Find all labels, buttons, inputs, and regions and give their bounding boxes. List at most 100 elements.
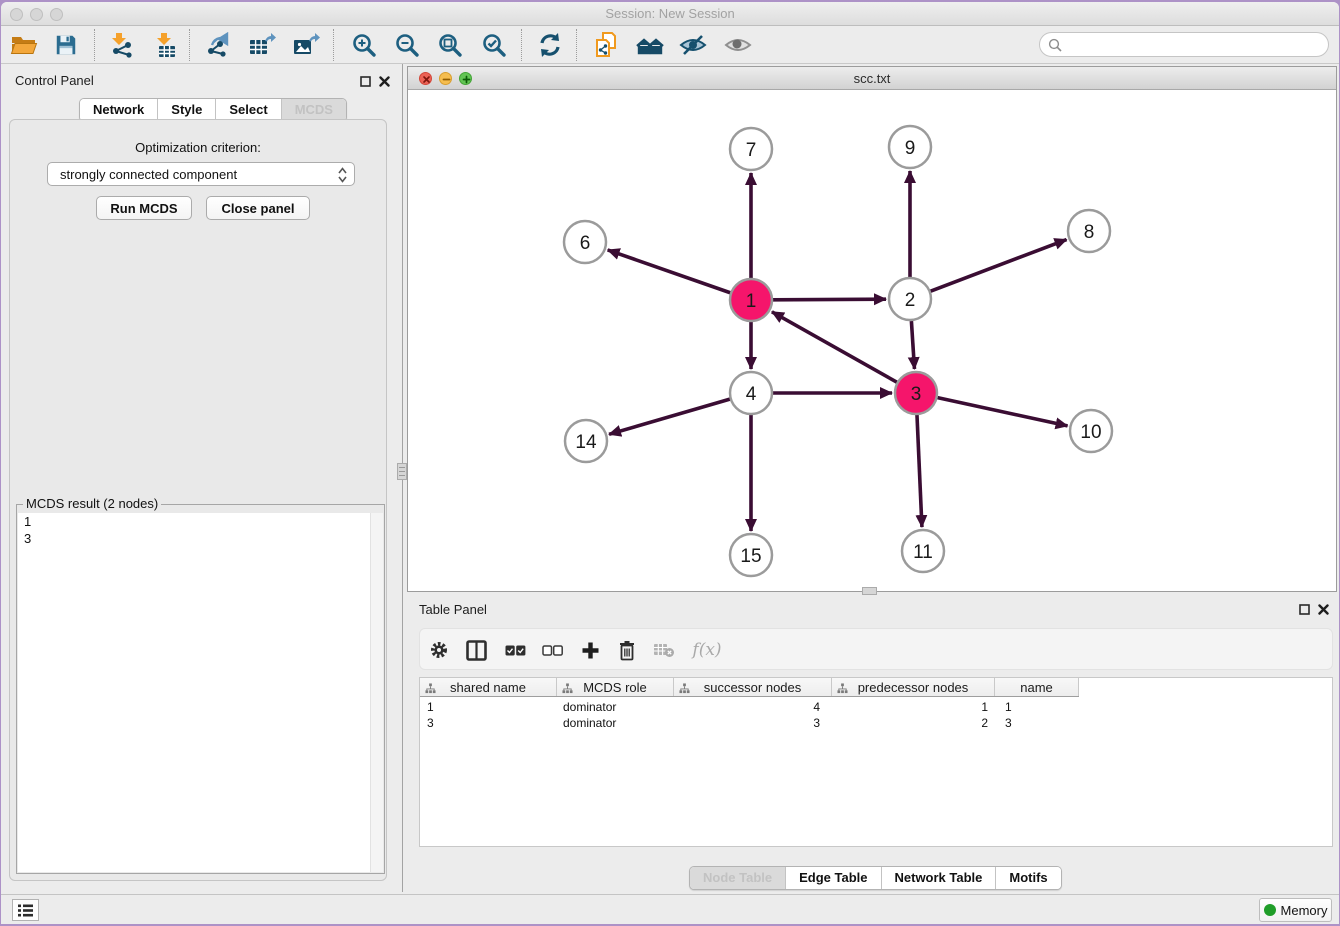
graph-node-label-14: 14	[575, 432, 597, 453]
control-panel-float-icon[interactable]	[359, 75, 372, 88]
column-header-successor-nodes[interactable]: successor nodes	[674, 678, 832, 696]
criterion-value: strongly connected component	[60, 167, 237, 182]
hide-selected-icon[interactable]	[678, 30, 708, 60]
open-session-icon[interactable]	[9, 30, 39, 60]
table-row[interactable]: 3 dominator 3 2 3	[420, 715, 1079, 731]
tab-style[interactable]: Style	[157, 99, 215, 121]
delete-column-icon[interactable]	[612, 635, 642, 665]
zoom-selected-icon[interactable]	[479, 30, 509, 60]
function-builder-icon[interactable]: f(x)	[687, 635, 727, 665]
status-bar: Memory	[1, 894, 1339, 924]
tab-mcds[interactable]: MCDS	[281, 99, 346, 121]
horizontal-splitter-grip[interactable]	[862, 587, 877, 595]
column-header-name[interactable]: name	[995, 678, 1079, 696]
tab-edge-table[interactable]: Edge Table	[785, 867, 880, 889]
result-scrollbar[interactable]	[370, 513, 383, 872]
table-panel-float-icon[interactable]	[1298, 603, 1311, 616]
close-panel-button[interactable]: Close panel	[206, 196, 310, 220]
graph-node-label-9: 9	[905, 138, 916, 159]
column-header-mcds-role[interactable]: MCDS role	[557, 678, 674, 696]
table-settings-icon[interactable]	[424, 635, 454, 665]
control-panel-close-icon[interactable]	[378, 75, 391, 88]
import-table-icon[interactable]	[151, 30, 181, 60]
import-network-icon[interactable]	[106, 30, 136, 60]
zoom-fit-icon[interactable]	[435, 30, 465, 60]
export-network-icon[interactable]	[204, 30, 234, 60]
zoom-out-icon[interactable]	[392, 30, 422, 60]
table-panel-close-icon[interactable]	[1317, 603, 1330, 616]
vertical-splitter-grip[interactable]	[397, 463, 407, 480]
export-image-icon[interactable]	[291, 30, 321, 60]
memory-button[interactable]: Memory	[1259, 898, 1332, 922]
criterion-dropdown[interactable]: strongly connected component	[47, 162, 355, 186]
delete-table-icon[interactable]	[649, 635, 679, 665]
mcds-panel: Optimization criterion: strongly connect…	[9, 119, 387, 881]
graph-edge-1-6[interactable]	[608, 250, 731, 293]
zoom-in-icon[interactable]	[349, 30, 379, 60]
optimization-criterion-label: Optimization criterion:	[10, 140, 386, 155]
mac-titlebar: Session: New Session	[1, 2, 1339, 26]
graph-node-label-6: 6	[580, 233, 591, 254]
table-row[interactable]: 1 dominator 4 1 1	[420, 699, 1079, 715]
app-window: Session: New Session	[1, 2, 1339, 924]
mcds-result-box: MCDS result (2 nodes) 1 3	[16, 504, 385, 874]
add-column-icon[interactable]	[575, 635, 605, 665]
first-neighbors-icon[interactable]	[635, 30, 665, 60]
column-header-shared-name[interactable]: shared name	[420, 678, 557, 696]
toolbar-separator	[576, 29, 577, 61]
fx-label: f(x)	[692, 640, 721, 660]
clone-network-icon[interactable]	[591, 30, 621, 60]
tab-node-table[interactable]: Node Table	[690, 867, 785, 889]
select-all-checkboxes-icon[interactable]	[500, 635, 530, 665]
deselect-all-checkboxes-icon[interactable]	[537, 635, 567, 665]
result-line: 3	[18, 530, 383, 547]
result-line: 1	[18, 513, 383, 530]
save-session-icon[interactable]	[51, 30, 81, 60]
tab-network-table[interactable]: Network Table	[881, 867, 996, 889]
column-header-predecessor-nodes[interactable]: predecessor nodes	[832, 678, 995, 696]
table-header-row: shared name MCDS role successor nodes pr…	[420, 678, 1079, 697]
show-all-icon[interactable]	[723, 30, 753, 60]
export-table-icon[interactable]	[247, 30, 277, 60]
table-panel-title: Table Panel	[419, 602, 487, 617]
column-visibility-icon[interactable]	[461, 635, 491, 665]
run-mcds-button[interactable]: Run MCDS	[96, 196, 192, 220]
task-history-button[interactable]	[12, 899, 39, 921]
node-table: shared name MCDS role successor nodes pr…	[419, 677, 1333, 847]
mcds-result-text-area[interactable]: 1 3	[18, 513, 383, 872]
graph-edge-2-3[interactable]	[911, 321, 914, 369]
refresh-view-icon[interactable]	[535, 30, 565, 60]
toolbar-separator	[94, 29, 95, 61]
search-input[interactable]	[1067, 37, 1328, 52]
main-toolbar	[1, 27, 1339, 64]
graph-node-label-10: 10	[1080, 422, 1101, 443]
window-title: Session: New Session	[1, 6, 1339, 21]
search-icon	[1048, 38, 1062, 52]
memory-status-icon	[1264, 904, 1276, 916]
graph-node-label-1: 1	[746, 291, 757, 312]
memory-label: Memory	[1281, 903, 1328, 918]
graph-edge-3-11[interactable]	[917, 415, 922, 527]
network-title: scc.txt	[408, 71, 1336, 86]
tab-network[interactable]: Network	[80, 99, 157, 121]
search-field[interactable]	[1039, 32, 1329, 57]
tab-motifs[interactable]: Motifs	[995, 867, 1060, 889]
graph-node-label-15: 15	[740, 546, 761, 567]
graph-node-label-2: 2	[905, 290, 916, 311]
graph-edge-4-14[interactable]	[609, 399, 730, 434]
toolbar-separator	[521, 29, 522, 61]
graph-edge-3-1[interactable]	[772, 312, 897, 382]
tab-select[interactable]: Select	[215, 99, 280, 121]
graph-edge-3-10[interactable]	[937, 398, 1067, 426]
graph-node-label-4: 4	[746, 384, 757, 405]
graph-edge-2-8[interactable]	[931, 240, 1067, 292]
graph-node-label-11: 11	[913, 542, 933, 563]
graph-node-label-7: 7	[746, 140, 757, 161]
network-window-titlebar: scc.txt	[408, 67, 1336, 90]
toolbar-separator	[189, 29, 190, 61]
table-tabbar: Node Table Edge Table Network Table Moti…	[689, 866, 1062, 890]
graph-svg[interactable]: 7968124314101511	[408, 91, 1336, 591]
list-icon	[17, 903, 34, 918]
graph-node-label-8: 8	[1084, 222, 1095, 243]
graph-edge-1-2[interactable]	[773, 299, 886, 300]
